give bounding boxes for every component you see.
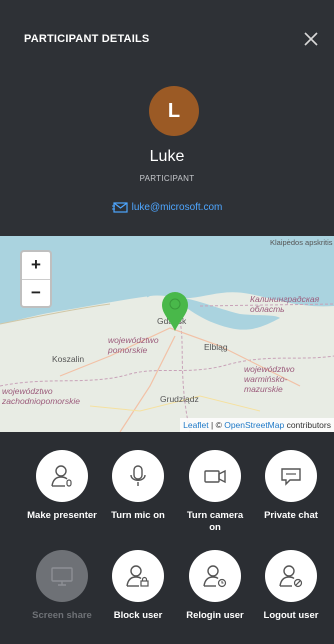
email-icon [111, 202, 128, 213]
screen-share-icon [51, 567, 73, 586]
participant-name: Luke [149, 148, 185, 165]
panel-title: PARTICIPANT DETAILS [24, 33, 150, 45]
map-label-koszalin: Koszalin [52, 354, 85, 364]
attribution-separator: | © [208, 420, 225, 430]
participant-role: PARTICIPANT [139, 174, 195, 183]
zoom-out-button[interactable]: − [22, 280, 50, 307]
map-attribution: Leaflet | © OpenStreetMap contributors [180, 418, 334, 432]
logout-user-label: Logout user [263, 610, 319, 621]
make-presenter-label: Make presenter [27, 510, 97, 521]
screen-share-button[interactable]: Screen share [27, 550, 97, 622]
email-text: luke@microsoft.com [131, 202, 223, 213]
map-label-grudziadz: Grudziądz [160, 394, 199, 404]
avatar-initial: L [167, 99, 181, 122]
location-marker-icon[interactable] [160, 290, 190, 332]
relogin-user-label: Relogin user [186, 610, 244, 621]
map-label-klaipedos: Klaipėdos apskritis [270, 238, 333, 247]
panel-header: PARTICIPANT DETAILS [0, 0, 334, 78]
avatar: L [149, 86, 199, 136]
participant-profile: L Luke PARTICIPANT luke@microsoft.com [0, 78, 334, 236]
attribution-suffix: contributors [284, 420, 331, 430]
microphone-icon [130, 465, 146, 486]
relogin-user-circle [189, 550, 241, 602]
turn-mic-on-circle [112, 450, 164, 502]
map-label-zachodniopomorskie: województwo zachodniopomorskie [2, 386, 80, 406]
turn-camera-on-button[interactable]: Turn camera on [180, 450, 250, 534]
zoom-in-button[interactable]: + [22, 252, 50, 280]
private-chat-button[interactable]: Private chat [256, 450, 326, 522]
user-block-icon [126, 565, 149, 587]
make-presenter-circle [36, 450, 88, 502]
make-presenter-button[interactable]: Make presenter [27, 450, 97, 522]
map-label-warminsko: województwo warmińsko-mazurskie [244, 364, 295, 394]
camera-icon [204, 469, 226, 484]
private-chat-circle [265, 450, 317, 502]
user-presenter-icon [51, 465, 72, 487]
map-label-pomorskie: województwo pomorskie [108, 335, 159, 355]
map-label-elblag: Elbląg [204, 342, 228, 352]
osm-link[interactable]: OpenStreetMap [224, 420, 284, 430]
logout-user-button[interactable]: Logout user [256, 550, 326, 622]
screen-share-circle [36, 550, 88, 602]
logout-user-circle [265, 550, 317, 602]
block-user-button[interactable]: Block user [103, 550, 173, 622]
turn-mic-on-button[interactable]: Turn mic on [103, 450, 173, 522]
leaflet-link[interactable]: Leaflet [183, 420, 209, 430]
participant-actions: Make presenter Turn mic on Turn camera o… [0, 432, 334, 644]
block-user-label: Block user [113, 610, 163, 621]
user-relogin-icon [203, 565, 227, 588]
turn-camera-on-label: Turn camera on [186, 510, 244, 533]
location-map[interactable]: Klaipėdos apskritis Калининградская обла… [0, 236, 334, 432]
user-logout-icon [279, 565, 303, 588]
turn-mic-on-label: Turn mic on [111, 510, 165, 521]
close-button[interactable] [300, 28, 322, 50]
block-user-circle [112, 550, 164, 602]
close-icon [304, 32, 318, 46]
screen-share-label: Screen share [32, 610, 92, 621]
relogin-user-button[interactable]: Relogin user [180, 550, 250, 622]
participant-email-link[interactable]: luke@microsoft.com [0, 202, 334, 213]
turn-camera-on-circle [189, 450, 241, 502]
map-zoom-control: + − [20, 250, 52, 308]
map-label-kaliningrad: Калининградская область [250, 294, 320, 314]
private-chat-label: Private chat [264, 510, 318, 521]
chat-icon [281, 468, 301, 486]
